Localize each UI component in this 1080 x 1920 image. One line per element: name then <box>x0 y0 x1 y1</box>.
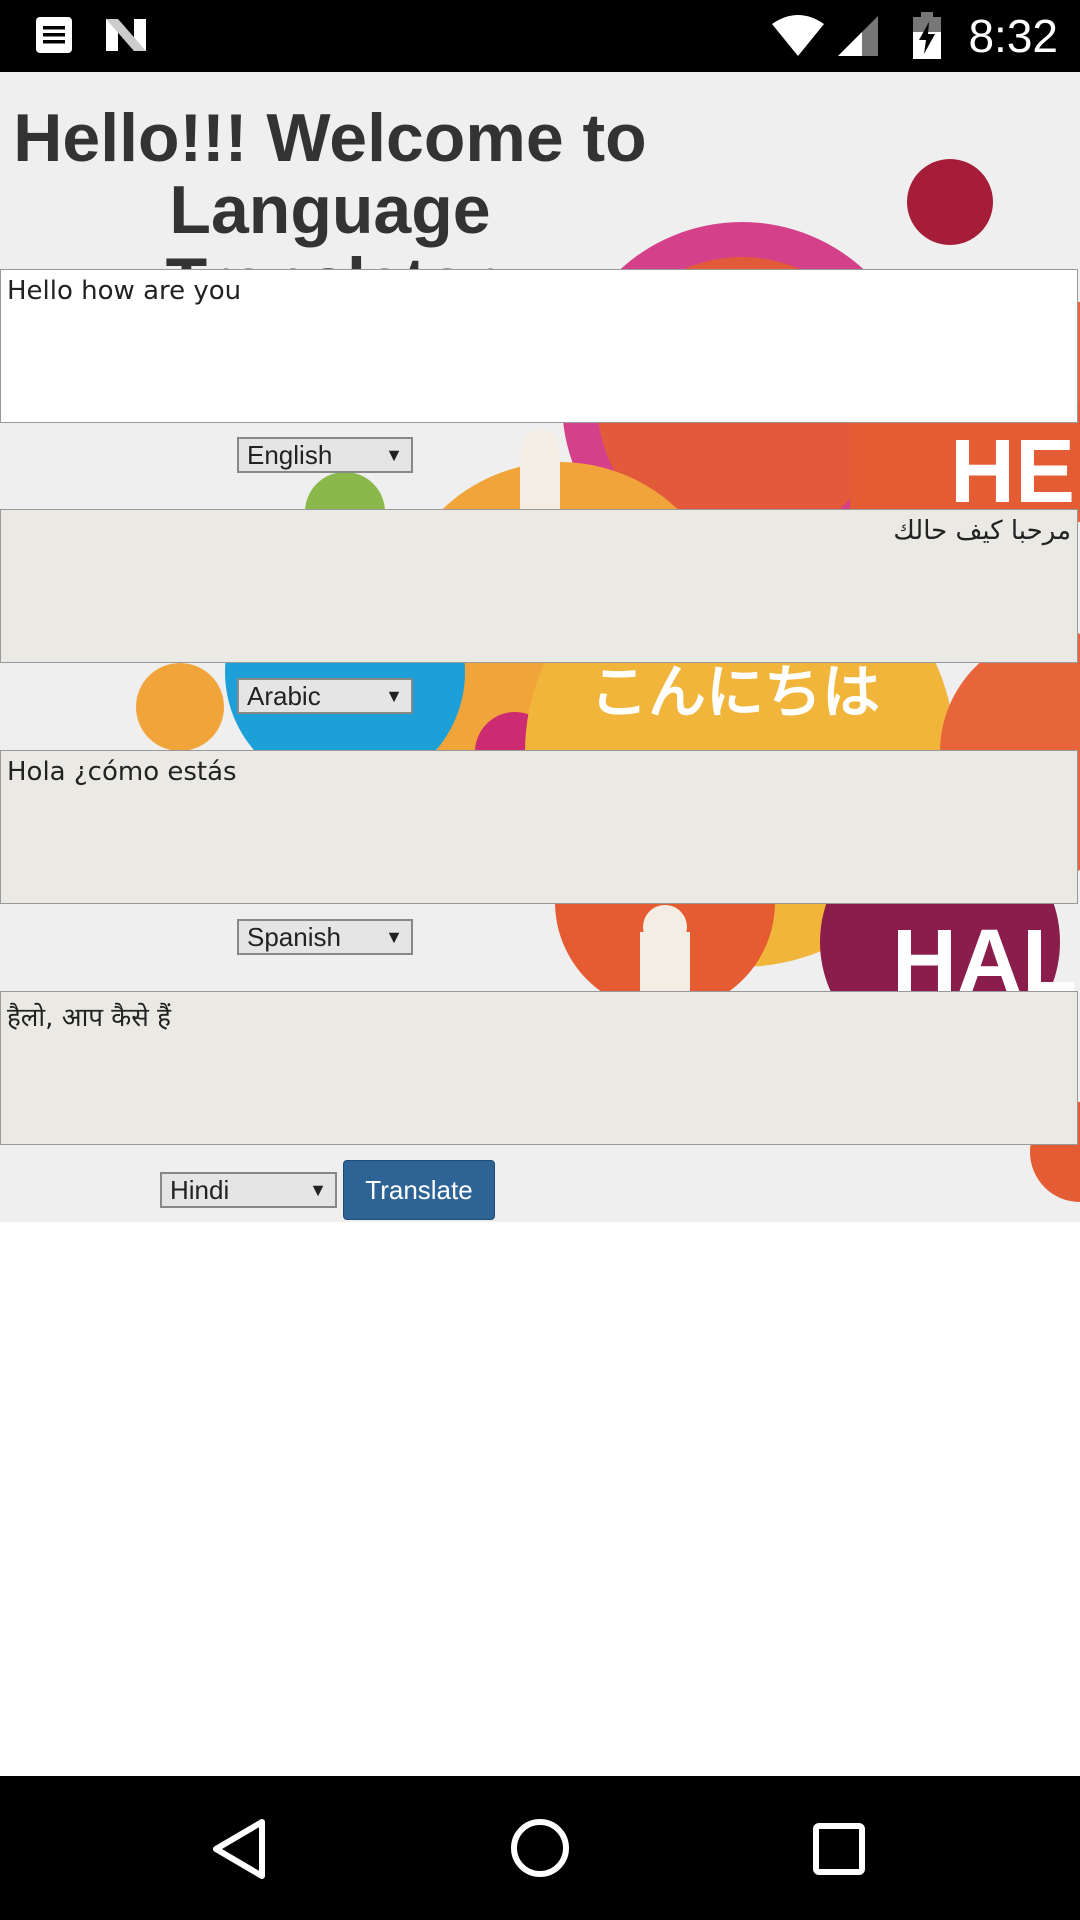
hindi-language-select[interactable]: Hindi ▼ <box>160 1172 337 1208</box>
translate-button[interactable]: Translate <box>343 1160 495 1220</box>
bg-word-konnichiwa: こんにちは <box>590 658 880 726</box>
arabic-language-select[interactable]: Arabic ▼ <box>237 678 413 714</box>
source-language-value: English <box>247 440 333 470</box>
chevron-down-icon: ▼ <box>309 1180 327 1200</box>
source-language-select[interactable]: English ▼ <box>237 437 413 473</box>
signal-icon <box>838 16 878 56</box>
status-bar: 8:32 <box>0 0 1080 72</box>
home-icon[interactable] <box>510 1818 570 1878</box>
battery-charging-icon <box>913 12 941 59</box>
spanish-language-select[interactable]: Spanish ▼ <box>237 919 413 955</box>
navigation-bar <box>0 1776 1080 1920</box>
recents-icon[interactable] <box>812 1822 866 1876</box>
chevron-down-icon: ▼ <box>385 927 403 947</box>
translator-page: HE こんにちは HALL Hello!!! Welcome to Langua… <box>0 72 1080 1222</box>
chevron-down-icon: ▼ <box>385 686 403 706</box>
title-line-1: Hello!!! Welcome to <box>13 100 647 176</box>
n-logo-icon <box>106 19 146 51</box>
wifi-icon <box>772 15 824 56</box>
translation-output-spanish[interactable]: Hola ¿cómo estás <box>0 750 1078 904</box>
chevron-down-icon: ▼ <box>385 445 403 465</box>
source-text-input[interactable]: Hello how are you <box>0 269 1078 423</box>
arabic-language-value: Arabic <box>247 681 321 711</box>
bg-word-he: HE <box>950 422 1075 522</box>
status-time: 8:32 <box>968 10 1058 62</box>
spanish-language-value: Spanish <box>247 922 341 952</box>
back-icon[interactable] <box>210 1818 270 1880</box>
hindi-language-value: Hindi <box>170 1175 230 1205</box>
translation-output-hindi[interactable]: हैलो, आप कैसे हैं <box>0 991 1078 1145</box>
translation-output-arabic[interactable]: مرحبا كيف حالك <box>0 509 1078 663</box>
notes-icon <box>36 17 72 53</box>
